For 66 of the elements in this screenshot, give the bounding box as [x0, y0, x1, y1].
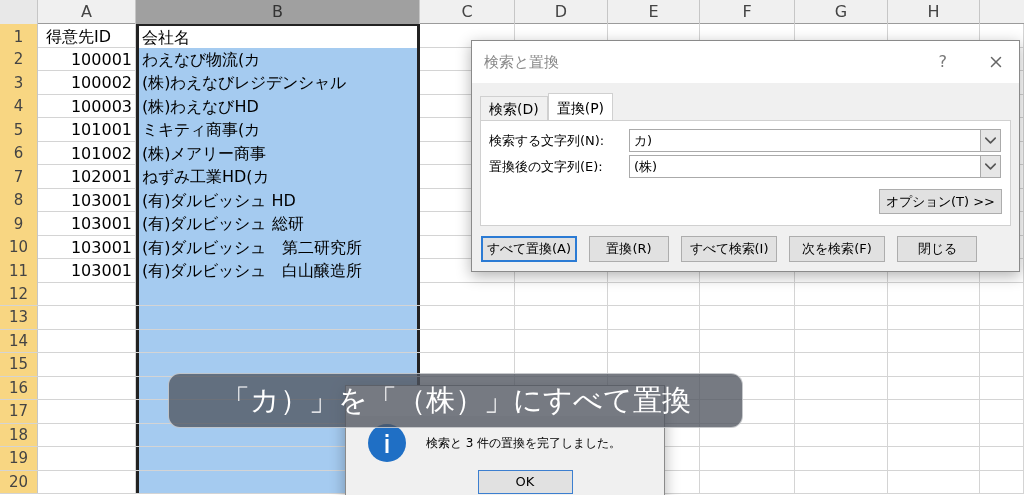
dialog-button[interactable]: 置換(R)	[589, 236, 669, 262]
column-header[interactable]: D	[515, 0, 608, 24]
row-header[interactable]: 9	[0, 212, 38, 236]
table-cell-text: 103001	[70, 189, 132, 212]
table-cell-text: 100003	[70, 95, 132, 118]
dialog-button[interactable]: 次を検索(F)	[789, 236, 885, 262]
table-cell-text: 102001	[70, 166, 132, 188]
dialog-button[interactable]: すべて検索(I)	[681, 236, 777, 262]
row-header[interactable]: 18	[0, 423, 38, 446]
dialog-title: 検索と置換	[484, 51, 559, 73]
column-header[interactable]: H	[888, 0, 980, 24]
row-header[interactable]: 14	[0, 329, 38, 352]
row-header[interactable]: 4	[0, 94, 38, 119]
field-label: 検索する文字列(N):	[489, 131, 606, 150]
table-cell-text: 得意先ID	[45, 26, 112, 48]
selected-cell: ミキティ商事(カ	[136, 118, 420, 142]
combo-box[interactable]: (株)	[629, 155, 1001, 178]
caption: 「カ）」を「（株）」にすべて置換	[168, 373, 743, 428]
message-text: 検索と 3 件の置換を完了しました。	[426, 435, 622, 452]
options-button[interactable]: オプション(T) >>	[879, 189, 1002, 214]
row-header[interactable]: 1	[0, 24, 38, 50]
selected-cell: (有)ダルビッシュ 白山醸造所	[136, 259, 420, 283]
selected-cell: わえなび物流(カ	[136, 47, 420, 72]
selected-cell: (株)メアリー商事	[136, 141, 420, 166]
table-cell-text: 100001	[70, 48, 132, 71]
row-header[interactable]: 6	[0, 141, 38, 166]
selected-cell: (有)ダルビッシュ HD	[136, 188, 420, 213]
selected-cell: (有)ダルビッシュ 第二研究所	[136, 235, 420, 260]
selected-cell: ねずみ工業HD(カ	[136, 165, 420, 189]
row-header[interactable]: 7	[0, 165, 38, 189]
row-header[interactable]: 20	[0, 470, 38, 493]
row-header[interactable]: 16	[0, 376, 38, 399]
row-header[interactable]: 8	[0, 188, 38, 213]
row-header[interactable]: 13	[0, 306, 38, 329]
table-cell-text: 103001	[70, 213, 132, 235]
active-cell: 会社名	[136, 24, 420, 50]
column-header[interactable]: B	[136, 0, 420, 24]
column-header[interactable]: F	[700, 0, 795, 24]
selected-cell: (株)わえなびレジデンシャル	[136, 71, 420, 95]
combo-box[interactable]: カ)	[629, 129, 1001, 152]
selected-cell: (有)ダルビッシュ 総研	[136, 212, 420, 236]
table-cell-text: 101002	[70, 142, 132, 165]
column-header[interactable]: G	[795, 0, 888, 24]
selected-cell: (株)わえなびHD	[136, 94, 420, 119]
field-label: 置換後の文字列(E):	[489, 157, 604, 176]
row-header[interactable]: 11	[0, 259, 38, 283]
row-header[interactable]: 10	[0, 235, 38, 260]
help-button[interactable]: ?	[938, 50, 947, 74]
row-header[interactable]: 2	[0, 47, 38, 72]
dialog-button[interactable]: 閉じる	[897, 236, 977, 262]
row-header[interactable]: 3	[0, 71, 38, 95]
row-header[interactable]: 17	[0, 400, 38, 423]
column-header[interactable]: E	[608, 0, 700, 24]
row-header[interactable]: 12	[0, 282, 38, 305]
dialog-tab[interactable]: 検索(D)	[480, 96, 548, 120]
dialog-tab[interactable]: 置換(P)	[547, 93, 614, 120]
row-header[interactable]: 15	[0, 353, 38, 376]
ok-button[interactable]: OK	[477, 470, 573, 494]
table-cell-text: 100002	[70, 72, 132, 94]
table-cell-text: 103001	[70, 236, 132, 259]
column-header[interactable]: C	[420, 0, 515, 24]
dialog-button[interactable]: すべて置換(A)	[481, 236, 577, 262]
table-cell-text: 101001	[70, 119, 132, 141]
row-header[interactable]: 5	[0, 118, 38, 142]
row-header[interactable]: 19	[0, 447, 38, 470]
table-cell-text: 103001	[70, 260, 132, 282]
